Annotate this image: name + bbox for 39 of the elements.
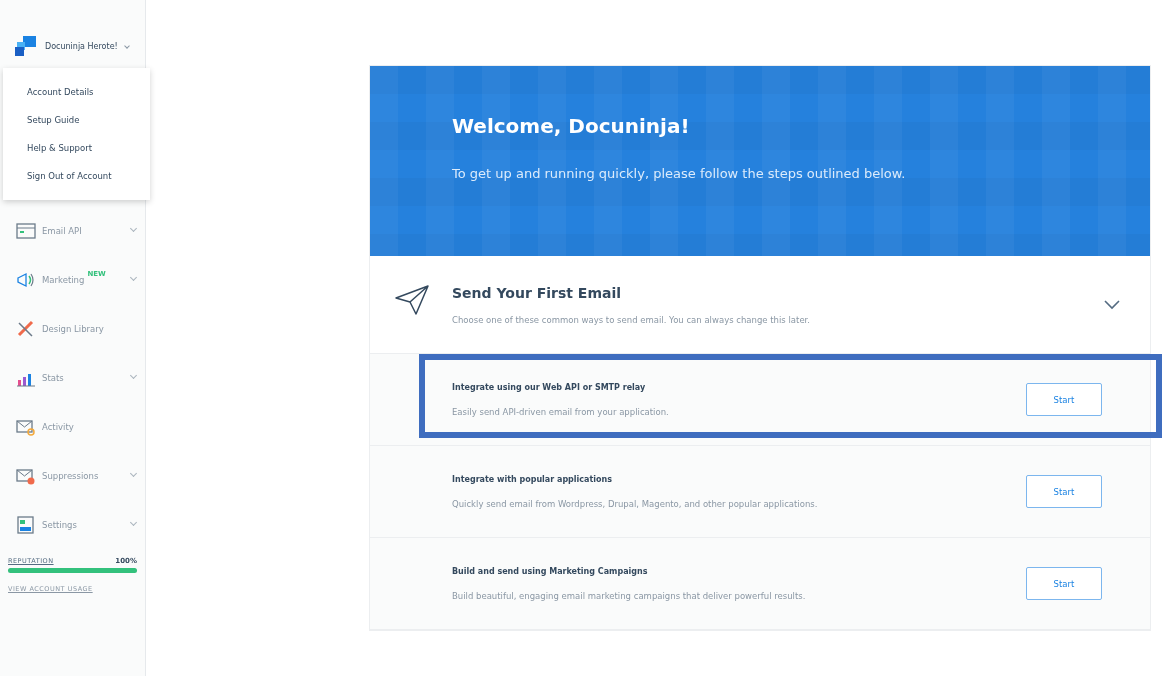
nav-item[interactable]: Stats — [0, 353, 146, 402]
start-button[interactable]: Start — [1026, 383, 1102, 416]
panel-icon — [16, 515, 36, 534]
megaphone-icon — [16, 270, 36, 289]
nav-item[interactable]: Settings — [0, 500, 146, 549]
step-description: Choose one of these common ways to send email. You can always change this later. — [452, 314, 812, 325]
banner-title: Welcome, Docuninja! — [452, 114, 691, 138]
menu-item[interactable]: Help & Support — [3, 134, 150, 162]
nav-label: Marketing — [42, 274, 85, 285]
envelope-block-icon — [16, 466, 36, 485]
nav-label: Email API — [42, 225, 82, 236]
nav-label: Design Library — [42, 323, 104, 334]
option-description: Quickly send email from Wordpress, Drupal, Magento, and other popular applications. — [452, 498, 819, 509]
option-description: Build beautiful, engaging email marketing campaigns that deliver powerful results. — [452, 590, 807, 601]
start-button[interactable]: Start — [1026, 475, 1102, 508]
option-title: Integrate using our Web API or SMTP relay — [452, 382, 647, 392]
menu-item[interactable]: Account Details — [3, 78, 150, 106]
nav-item[interactable]: Activity — [0, 402, 146, 451]
nav-item[interactable]: Email API — [0, 206, 146, 255]
nav-label: Settings — [42, 519, 77, 530]
logo-icon — [15, 36, 37, 56]
option-title: Integrate with popular applications — [452, 474, 613, 484]
nav-label: Activity — [42, 421, 74, 432]
window-icon — [16, 221, 36, 240]
banner-subtitle: To get up and running quickly, please follow the steps outlined below. — [452, 166, 907, 181]
account-switcher[interactable]: Docuninja Herote! — [45, 41, 129, 51]
menu-item[interactable]: Sign Out of Account — [3, 162, 150, 190]
nav-label: Stats — [42, 372, 64, 383]
envelope-icon — [16, 417, 36, 436]
nav-item[interactable]: Design Library — [0, 304, 146, 353]
nav-label: Suppressions — [42, 470, 99, 481]
nav-item[interactable]: Suppressions — [0, 451, 146, 500]
option-title: Build and send using Marketing Campaigns — [452, 566, 649, 576]
paper-plane-icon — [394, 283, 430, 316]
caret-icon[interactable] — [1104, 299, 1120, 310]
step-title: Send Your First Email — [452, 284, 623, 301]
option-description: Easily send API-driven email from your application. — [452, 406, 670, 417]
menu-item[interactable]: Setup Guide — [3, 106, 150, 134]
start-button[interactable]: Start — [1026, 567, 1102, 600]
